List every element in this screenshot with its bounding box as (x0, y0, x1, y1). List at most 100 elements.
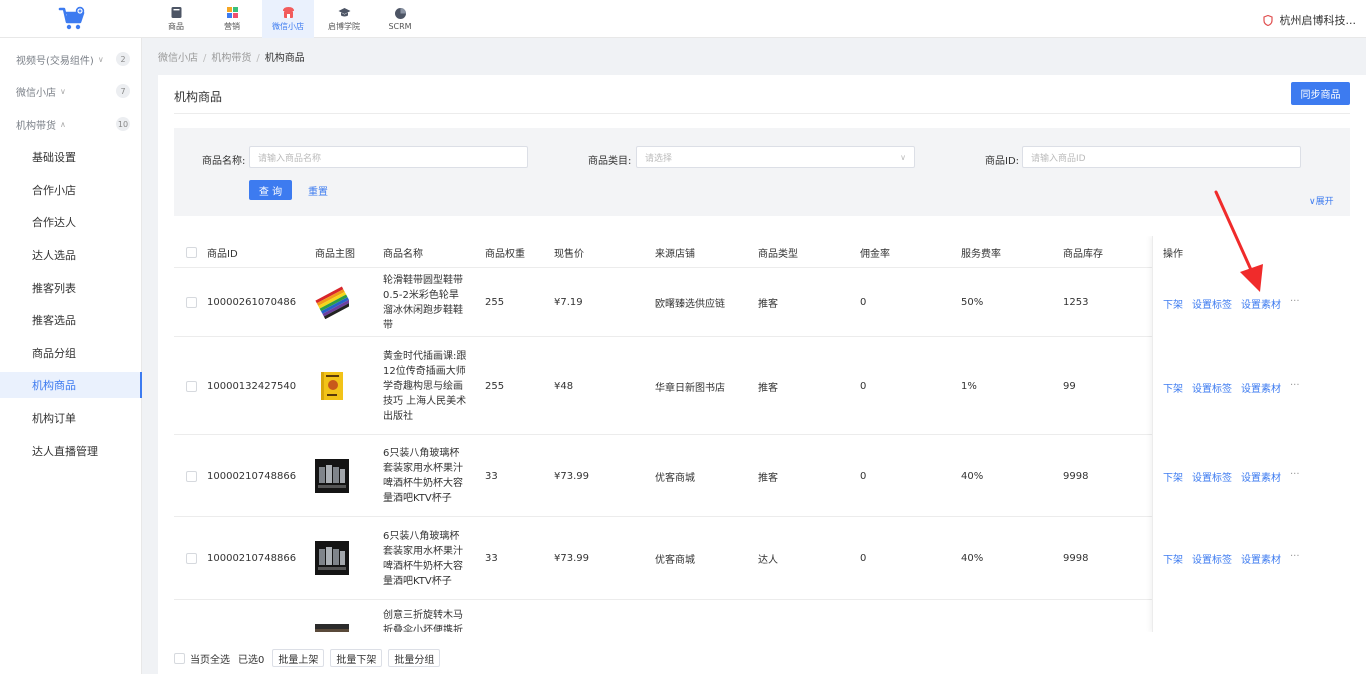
chevron-down-icon: ∨ (97, 54, 104, 64)
category-label: 商品类目: (588, 156, 632, 167)
batch-delist-button[interactable]: 批量下架 (330, 649, 383, 667)
set-material-button[interactable]: 设置素材 (1241, 380, 1281, 395)
product-id-input[interactable]: 请输入商品ID (1022, 146, 1301, 168)
set-material-button[interactable]: 设置素材 (1241, 469, 1281, 484)
select-all-checkbox[interactable] (186, 247, 197, 258)
chevron-up-icon: ∧ (60, 119, 66, 129)
service-fee-rate: 50% (961, 297, 984, 308)
product-price: ¥48 (554, 380, 574, 392)
product-id: 10000210748866 (207, 553, 297, 564)
set-tag-button[interactable]: 设置标签 (1192, 551, 1232, 566)
select-page-checkbox[interactable] (174, 652, 185, 664)
company-name: 杭州启博科技... (1279, 14, 1357, 27)
product-name: 创意三折旋转木马折叠伞小坏便携折 (383, 610, 463, 632)
topnav-marketing[interactable]: 营销 (206, 0, 258, 38)
product-stock: 1253 (1063, 297, 1089, 308)
page-title: 机构商品 (174, 90, 223, 104)
top-bar: 商品 营销 微信小店 启博学院 SCRM 杭州启博科技... (0, 0, 1366, 38)
product-weight: 255 (485, 297, 505, 308)
delist-button[interactable]: 下架 (1163, 551, 1183, 566)
row-checkbox[interactable] (186, 553, 197, 564)
topnav-wechat-shop[interactable]: 微信小店 (262, 0, 314, 38)
product-stock: 9998 (1063, 553, 1089, 564)
category-select[interactable]: 请选择 ∨ (636, 146, 915, 168)
topnav-scrm[interactable]: SCRM (374, 0, 426, 38)
sidebar-item-product-groups[interactable]: 商品分组 (0, 340, 142, 366)
delist-button[interactable]: 下架 (1163, 380, 1183, 395)
breadcrumb-item[interactable]: 微信小店 (158, 53, 198, 64)
sidebar-group-agency[interactable]: 机构带货 ∧ 10 (0, 114, 142, 134)
product-name-placeholder: 请输入商品名称 (258, 153, 322, 164)
shield-icon (1262, 14, 1273, 26)
sidebar-item-label: 机构订单 (32, 412, 76, 425)
sidebar-item-partner-shops[interactable]: 合作小店 (0, 177, 142, 203)
source-shop: 优客商城 (655, 555, 695, 566)
set-material-button[interactable]: 设置素材 (1241, 551, 1281, 566)
grid-icon (226, 7, 238, 18)
product-id: 10000210748866 (207, 470, 297, 482)
more-actions-icon[interactable]: ··· (1290, 551, 1300, 562)
delist-button[interactable]: 下架 (1163, 296, 1183, 311)
sidebar-group-count: 10 (116, 117, 130, 131)
product-price: ¥73.99 (554, 553, 589, 564)
product-name: 黄金时代插画课:跟12位传奇插画大师学奇趣构思与绘画技巧 上海人民美术出版社 (383, 350, 467, 422)
product-image[interactable] (315, 624, 349, 632)
sidebar-item-promoter-list[interactable]: 推客列表 (0, 275, 142, 301)
column-header: 商品名称 (383, 248, 423, 260)
sidebar-item-agency-orders[interactable]: 机构订单 (0, 405, 142, 431)
breadcrumb-item[interactable]: 机构带货 (211, 53, 251, 64)
batch-list-button[interactable]: 批量上架 (272, 649, 325, 667)
sidebar-item-basic-settings[interactable]: 基础设置 (0, 144, 142, 170)
select-page-label: 当页全选 (190, 654, 230, 666)
expand-filter-link[interactable]: ∨展开 (1309, 194, 1334, 207)
product-weight: 33 (485, 470, 498, 482)
topnav-goods[interactable]: 商品 (150, 0, 202, 38)
sidebar-item-label: 合作达人 (32, 216, 76, 229)
batch-group-button[interactable]: 批量分组 (388, 649, 441, 667)
service-fee-rate: 1% (961, 380, 977, 392)
set-material-button[interactable]: 设置素材 (1241, 296, 1281, 311)
product-price: ¥7.19 (554, 297, 583, 308)
sidebar-group-channels[interactable]: 视频号(交易组件) ∨ 2 (0, 49, 142, 69)
cart-logo-icon[interactable] (58, 6, 86, 32)
divider (174, 113, 1350, 114)
main-panel: 机构商品 同步商品 商品名称: 请输入商品名称 商品类目: 请选择 ∨ 商品ID:… (158, 75, 1366, 674)
sidebar-item-promoter-selection[interactable]: 推客选品 (0, 307, 142, 333)
topnav-academy[interactable]: 启博学院 (318, 0, 370, 38)
more-actions-icon[interactable]: ··· (1290, 469, 1300, 480)
column-header: 商品ID (207, 248, 238, 260)
product-id-label: 商品ID: (985, 156, 1020, 167)
commission-rate: 0 (860, 470, 867, 482)
set-tag-button[interactable]: 设置标签 (1192, 380, 1232, 395)
commission-rate: 0 (860, 553, 867, 564)
product-name-input[interactable]: 请输入商品名称 (249, 146, 528, 168)
product-type: 推客 (758, 382, 778, 394)
set-tag-button[interactable]: 设置标签 (1192, 296, 1232, 311)
reset-button[interactable]: 重置 (308, 183, 328, 198)
query-button[interactable]: 查 询 (249, 180, 292, 200)
sidebar-group-wechat-shop[interactable]: 微信小店 ∨ 7 (0, 81, 142, 101)
sidebar-item-live-management[interactable]: 达人直播管理 (0, 438, 142, 464)
source-shop: 华章日新图书店 (655, 382, 725, 394)
sync-products-button[interactable]: 同步商品 (1291, 82, 1350, 105)
sidebar-item-agency-products[interactable]: 机构商品 (0, 372, 142, 398)
row-checkbox[interactable] (186, 381, 197, 392)
more-actions-icon[interactable]: ··· (1290, 296, 1300, 307)
sidebar-group-count: 2 (116, 52, 130, 66)
product-image[interactable] (315, 459, 349, 493)
product-image[interactable] (315, 285, 349, 319)
sidebar: 视频号(交易组件) ∨ 2 微信小店 ∨ 7 机构带货 ∧ 10 基础设置 合作… (0, 38, 142, 674)
company-switcher[interactable]: 杭州启博科技... (1262, 12, 1357, 28)
row-checkbox[interactable] (186, 471, 197, 482)
product-image[interactable] (315, 369, 349, 403)
more-actions-icon[interactable]: ··· (1290, 380, 1300, 391)
sidebar-item-talent-selection[interactable]: 达人选品 (0, 242, 142, 268)
sidebar-item-partner-talents[interactable]: 合作达人 (0, 209, 142, 235)
row-checkbox[interactable] (186, 297, 197, 308)
product-name-label: 商品名称: (202, 156, 246, 167)
product-image[interactable] (315, 541, 349, 575)
delist-button[interactable]: 下架 (1163, 469, 1183, 484)
set-tag-button[interactable]: 设置标签 (1192, 469, 1232, 484)
product-type: 推客 (758, 299, 778, 310)
column-header: 操作 (1163, 248, 1183, 260)
